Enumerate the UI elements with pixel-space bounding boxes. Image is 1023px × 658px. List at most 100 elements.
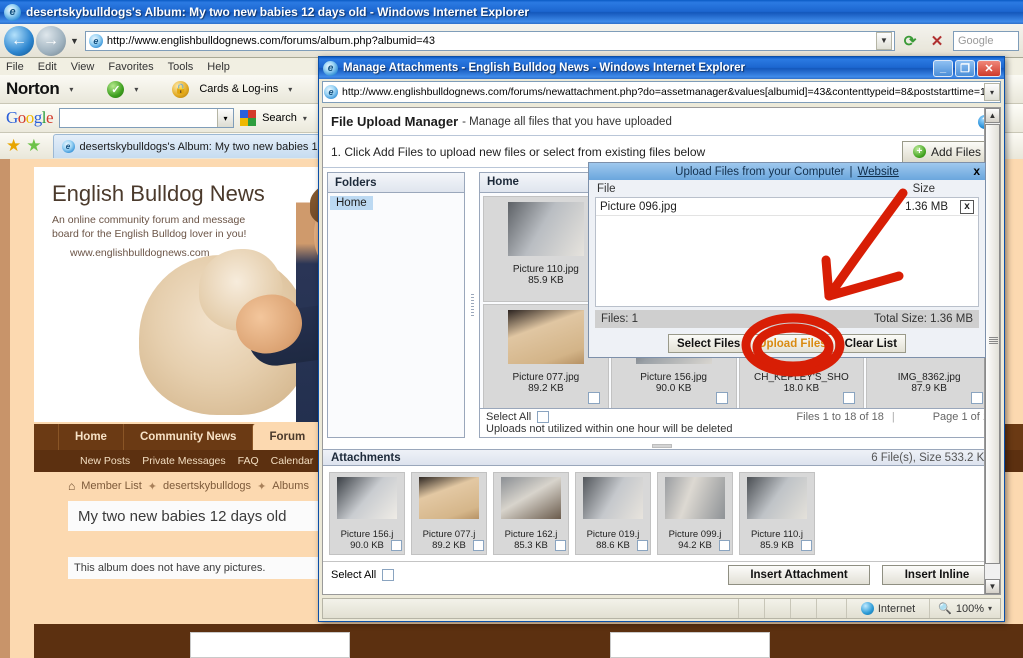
attachments-resize-handle[interactable] [323,442,1000,449]
favorites-star-icon[interactable]: ★ [6,136,21,156]
menu-item-file[interactable]: File [6,61,24,73]
subnav-faq[interactable]: FAQ [238,455,259,467]
forward-button[interactable]: → [36,25,66,56]
menu-item-tools[interactable]: Tools [168,61,194,73]
scroll-down-icon[interactable]: ▼ [985,579,1000,594]
add-files-button[interactable]: + Add Files [901,140,992,163]
norton-menu-caret-icon[interactable]: ▾ [69,85,73,94]
attachment-thumbnail[interactable]: Picture 077.j 89.2 KB [411,472,487,555]
ie-logo-icon: e [4,3,21,21]
upload-from-website-link[interactable]: Website [858,166,899,178]
attachment-checkbox[interactable] [801,540,812,551]
file-checkbox[interactable] [843,391,856,404]
insert-attachment-button[interactable]: Insert Attachment [728,564,870,585]
home-select-all-checkbox[interactable] [537,411,550,423]
cards-and-logins-button[interactable]: Cards & Log-ins [199,83,278,95]
breadcrumb-albums[interactable]: Albums [272,480,309,492]
browser-search-input[interactable]: Google [953,30,1019,51]
site-nav-community-news[interactable]: Community News [122,424,253,450]
add-to-favorites-icon[interactable]: ★ [26,136,41,156]
attachment-checkbox[interactable] [473,540,484,551]
scroll-up-icon[interactable]: ▲ [985,108,1000,123]
file-upload-manager-header: File Upload Manager - Manage all files t… [323,108,1000,136]
attachment-thumbnail[interactable]: Picture 099.j 94.2 KB [657,472,733,555]
upload-file-row[interactable]: Picture 096.jpg 1.36 MB x [596,198,978,216]
file-name: Picture 110.jpg [512,263,579,275]
folder-item-home[interactable]: Home [330,196,373,210]
attachment-image [583,477,643,519]
refresh-icon[interactable]: ⟳ [898,29,922,53]
uploads-expiry-note: Uploads not utilized within one hour wil… [486,423,733,435]
attachment-thumbnail[interactable]: Picture 156.j 90.0 KB [329,472,405,555]
breadcrumb: ⌂ Member List ✦ desertskybulldogs ✦ Albu… [68,479,309,493]
panel-splitter[interactable] [469,172,475,438]
attachment-image [665,477,725,519]
file-checkbox[interactable] [715,391,728,404]
back-button[interactable]: ← [4,25,34,56]
modal-minimize-button[interactable]: _ [933,59,953,77]
site-nav-forum[interactable]: Forum [252,424,322,450]
menu-item-view[interactable]: View [71,61,95,73]
thumbnail-image [507,201,584,256]
menu-item-edit[interactable]: Edit [38,61,57,73]
attachments-select-all-checkbox[interactable] [382,568,395,581]
address-dropdown-icon[interactable]: ▼ [876,31,892,50]
subnav-calendar[interactable]: Calendar [271,455,314,467]
recent-pages-dropdown-icon[interactable]: ▼ [70,36,79,46]
attachment-checkbox[interactable] [637,540,648,551]
browser-tab[interactable]: e desertskybulldogs's Album: My two new … [52,134,327,158]
attachment-thumbnail[interactable]: Picture 110.j 85.9 KB [739,472,815,555]
file-checkbox[interactable] [587,391,600,404]
modal-address-bar[interactable]: e http://www.englishbulldognews.com/foru… [322,81,1001,103]
home-panel-footer: Select All Files 1 to 18 of 18 | Page 1 … [480,408,995,437]
attachment-checkbox[interactable] [391,540,402,551]
home-icon[interactable]: ⌂ [68,479,75,493]
folders-panel: Folders Home [327,172,465,438]
clear-list-button[interactable]: Clear List [835,334,907,353]
google-search-input[interactable]: ▾ [59,108,235,128]
google-history-caret-icon[interactable]: ▾ [217,109,234,127]
scrollbar-thumb[interactable] [985,124,1000,564]
insert-inline-button[interactable]: Insert Inline [882,564,992,585]
google-search-caret-icon[interactable]: ▾ [303,114,307,123]
upload-dialog-title: Upload Files from your Computer [675,165,845,178]
norton-safe-check-icon[interactable]: ✓ [107,80,125,98]
upload-dialog-close-icon[interactable]: x [973,164,980,178]
menu-item-favorites[interactable]: Favorites [108,61,153,73]
menu-item-help[interactable]: Help [207,61,230,73]
modal-close-button[interactable]: ✕ [977,59,1001,77]
cards-caret-icon[interactable]: ▾ [288,85,292,94]
stop-icon[interactable]: ✕ [925,29,949,53]
zoom-caret-icon[interactable]: ▾ [988,604,992,613]
breadcrumb-member-list[interactable]: Member List [81,480,142,492]
zoom-icon[interactable]: 🔍 [938,602,952,615]
modal-ie-logo-icon: e [323,60,338,76]
upload-files-button[interactable]: Upload Files [749,334,836,353]
attachment-thumbnail[interactable]: Picture 019.j 88.6 KB [575,472,651,555]
file-size: 85.9 KB [528,274,564,286]
address-bar[interactable]: e http://www.englishbulldognews.com/foru… [84,30,895,51]
files-range-text: Files 1 to 18 of 18 [796,411,884,423]
attachment-size: 85.9 KB [760,540,794,551]
tab-page-icon: e [61,140,75,153]
modal-address-dropdown-icon[interactable]: ▾ [984,83,1000,101]
attachment-thumbnail[interactable]: Picture 162.j 85.3 KB [493,472,569,555]
tab-label: desertskybulldogs's Album: My two new ba… [79,140,318,153]
modal-maximize-button[interactable]: ❐ [955,59,975,77]
column-header-size: Size [912,183,935,195]
subnav-private-messages[interactable]: Private Messages [142,455,225,467]
google-search-button[interactable]: Search [262,112,297,124]
file-checkbox[interactable] [971,391,983,404]
attachment-size: 85.3 KB [514,540,548,551]
norton-safe-caret-icon[interactable]: ▾ [134,85,138,94]
site-nav-home[interactable]: Home [58,424,123,450]
attachment-checkbox[interactable] [719,540,730,551]
remove-file-icon[interactable]: x [960,199,974,214]
select-files-button[interactable]: Select Files [667,334,750,353]
subnav-new-posts[interactable]: New Posts [80,455,130,467]
attachment-checkbox[interactable] [555,540,566,551]
upload-dialog-title-separator: | [849,165,853,178]
modal-vertical-scrollbar[interactable]: ▲ ▼ [984,107,1001,595]
breadcrumb-user[interactable]: desertskybulldogs [163,480,251,492]
upload-files-dialog[interactable]: Upload Files from your Computer | Websit… [588,162,986,358]
